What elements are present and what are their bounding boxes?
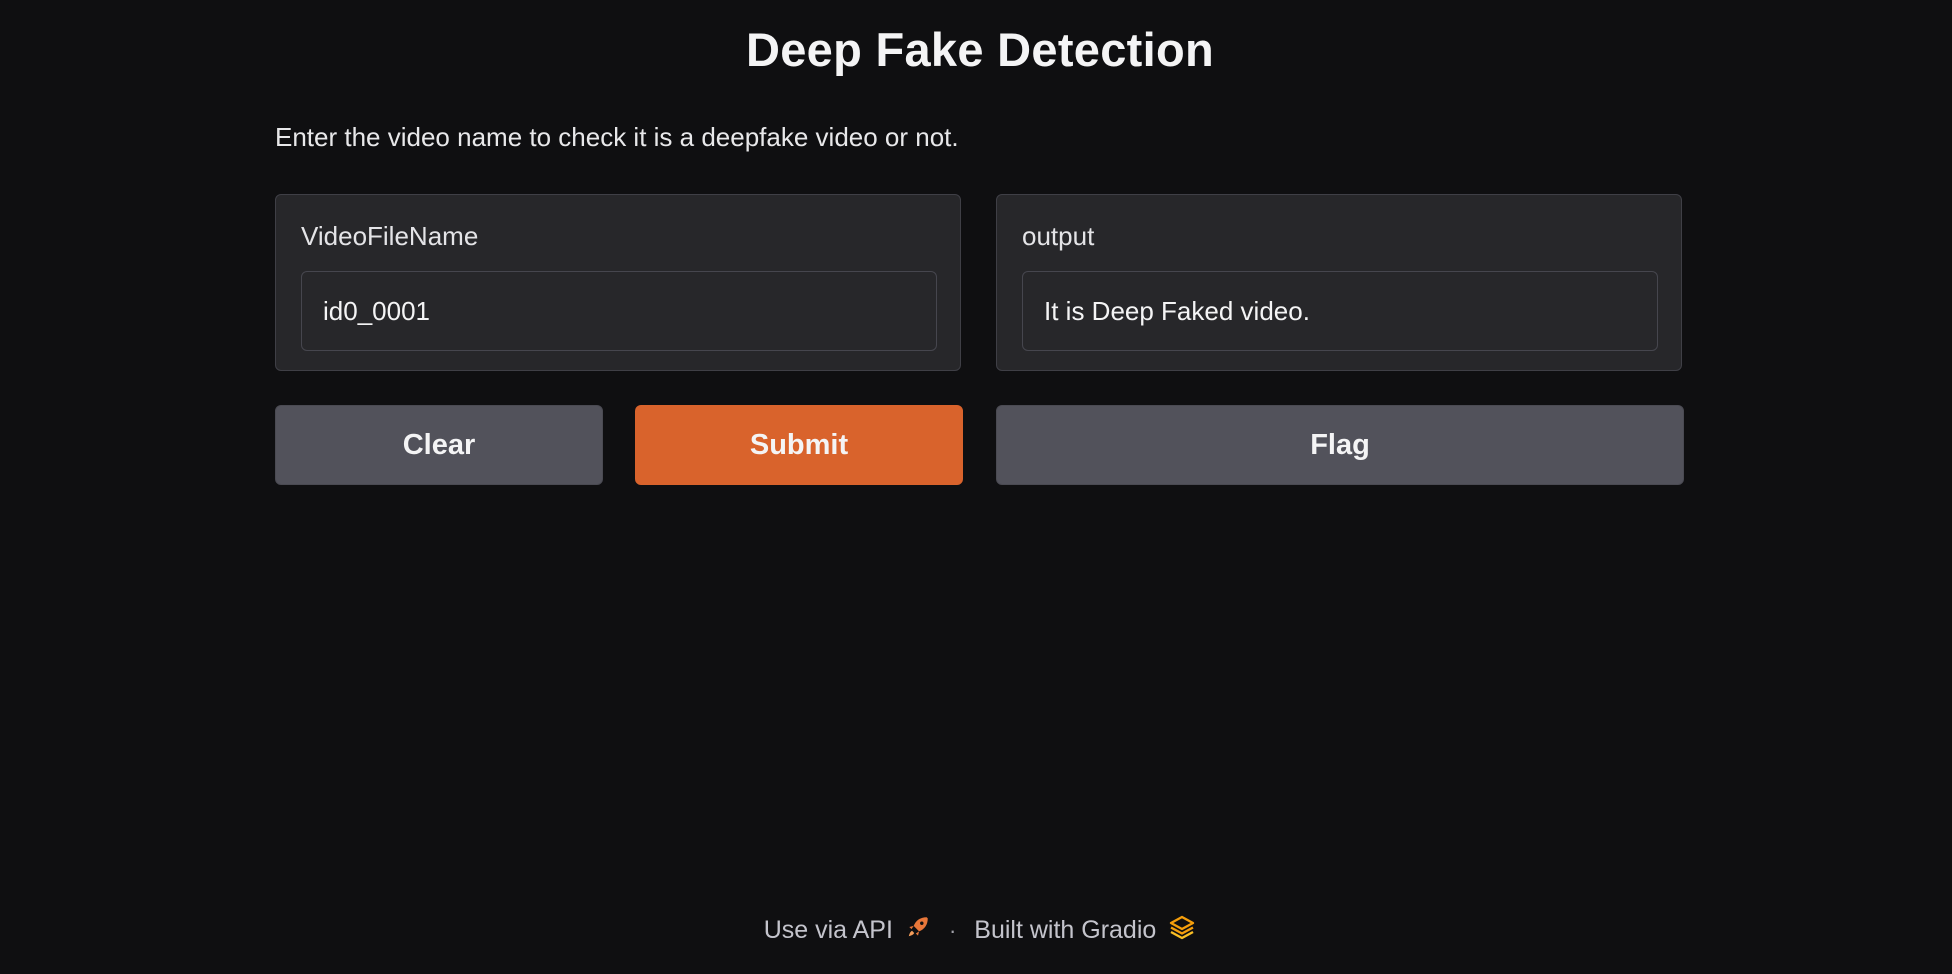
footer: Use via API · Built with Gradio [0, 914, 1952, 947]
output-textbox[interactable]: It is Deep Faked video. [1022, 271, 1658, 351]
output-label: output [1022, 221, 1095, 251]
video-filename-input[interactable] [301, 271, 937, 351]
page-title: Deep Fake Detection [745, 23, 1214, 76]
rocket-icon [905, 914, 931, 947]
footer-separator: · [948, 917, 957, 943]
output-panel: output It is Deep Faked video. [996, 194, 1682, 371]
built-with-gradio-label: Built with Gradio [974, 916, 1157, 944]
use-via-api-link[interactable]: Use via API [764, 914, 931, 947]
page-description: Enter the video name to check it is a de… [275, 122, 959, 152]
use-via-api-label: Use via API [763, 916, 893, 944]
built-with-gradio-link[interactable]: Built with Gradio [974, 914, 1196, 947]
video-filename-label: VideoFileName [301, 221, 479, 251]
submit-button[interactable]: Submit [635, 405, 963, 485]
flag-button[interactable]: Flag [996, 405, 1684, 485]
clear-button[interactable]: Clear [275, 405, 603, 485]
page: Deep Fake Detection Enter the video name… [0, 0, 1952, 974]
gradio-logo-icon [1168, 914, 1196, 947]
input-panel: VideoFileName [275, 194, 961, 371]
